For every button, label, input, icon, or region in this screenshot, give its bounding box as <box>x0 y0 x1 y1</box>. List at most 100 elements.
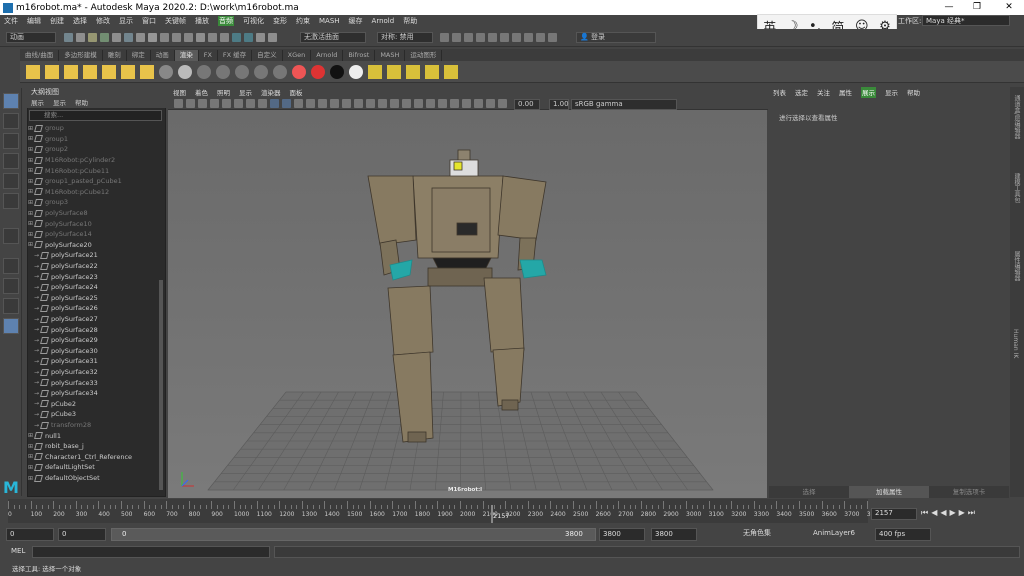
render-tool-icon[interactable] <box>536 33 545 42</box>
start-time-field[interactable]: 0 <box>6 528 54 541</box>
anim-start-field[interactable]: 0 <box>58 528 106 541</box>
menu-item[interactable]: 编辑 <box>27 16 41 26</box>
viewport-tool-icon[interactable] <box>306 99 315 108</box>
outliner-item[interactable]: → polySurface26 <box>34 303 98 314</box>
attr-menu-item[interactable]: 帮助 <box>907 87 920 98</box>
expand-icon[interactable]: → <box>34 316 40 323</box>
viewport-tool-icon[interactable] <box>426 99 435 108</box>
side-tab[interactable]: Human IK <box>1012 329 1019 358</box>
mel-label[interactable]: MEL <box>11 547 25 555</box>
shelf-tool-icon[interactable] <box>121 65 135 79</box>
status-tool-icon[interactable] <box>112 33 121 42</box>
menu-item[interactable]: 播放 <box>195 16 209 26</box>
outliner-item[interactable]: ⊞ M16Robot:pCylinder2 <box>28 155 115 166</box>
viewport-tool-icon[interactable] <box>234 99 243 108</box>
outliner-item[interactable]: → polySurface23 <box>34 271 98 282</box>
outliner-item[interactable]: → polySurface25 <box>34 293 98 304</box>
viewport-menu-item[interactable]: 照明 <box>217 87 230 98</box>
menu-set-select[interactable]: 动画 <box>6 32 56 43</box>
expand-icon[interactable]: ⊞ <box>28 157 34 164</box>
menu-item[interactable]: MASH <box>319 17 340 25</box>
viewport-tool-icon[interactable] <box>210 99 219 108</box>
outliner-item[interactable]: ⊞ group2 <box>28 144 68 155</box>
gamma-field[interactable]: 1.00 <box>549 99 569 110</box>
outliner-item[interactable]: → polySurface24 <box>34 282 98 293</box>
shelf-tab[interactable]: Arnold <box>311 50 344 61</box>
menu-item[interactable]: 变形 <box>273 16 287 26</box>
shelf-tool-icon[interactable] <box>292 65 306 79</box>
shelf-tab[interactable]: 运动图形 <box>405 50 443 61</box>
outliner-item[interactable]: → polySurface28 <box>34 324 98 335</box>
viewport-menu-item[interactable]: 渲染器 <box>261 87 281 98</box>
live-surface-field[interactable]: 无激活曲面 <box>300 32 366 43</box>
scale-tool-icon[interactable] <box>3 193 19 209</box>
select-tool-icon[interactable] <box>3 93 19 109</box>
attr-menu-item[interactable]: 列表 <box>773 87 786 98</box>
status-tool-icon[interactable] <box>100 33 109 42</box>
outliner-item[interactable]: ⊞ polySurface14 <box>28 229 92 240</box>
shelf-tool-icon[interactable] <box>64 65 78 79</box>
status-tool-icon[interactable] <box>256 33 265 42</box>
viewport-tool-icon[interactable] <box>222 99 231 108</box>
viewport-tool-icon[interactable] <box>486 99 495 108</box>
login-button[interactable]: 👤 登录 <box>576 32 656 43</box>
outliner-item[interactable]: ⊞ defaultLightSet <box>28 462 95 473</box>
viewport-tool-icon[interactable] <box>294 99 303 108</box>
rotate-tool-icon[interactable] <box>3 173 19 189</box>
shelf-tool-icon[interactable] <box>197 65 211 79</box>
status-tool-icon[interactable] <box>160 33 169 42</box>
expand-icon[interactable]: ⊞ <box>28 210 34 217</box>
outliner-scrollbar[interactable] <box>159 280 163 490</box>
current-frame-field[interactable]: 2157 <box>871 508 917 520</box>
viewport-tool-icon[interactable] <box>390 99 399 108</box>
shelf-tab[interactable]: 自定义 <box>252 50 283 61</box>
side-tab[interactable]: 建模工具包 <box>1012 173 1021 203</box>
viewport-tool-icon[interactable] <box>438 99 447 108</box>
shelf-tab[interactable]: FX <box>199 50 218 61</box>
expand-icon[interactable]: ⊞ <box>28 443 34 450</box>
exposure-field[interactable]: 0.00 <box>514 99 540 110</box>
outliner-item[interactable]: → polySurface33 <box>34 377 98 388</box>
range-slider[interactable]: 0 <box>111 528 596 541</box>
status-tool-icon[interactable] <box>208 33 217 42</box>
viewport-tool-icon[interactable] <box>198 99 207 108</box>
menu-item[interactable]: Arnold <box>372 17 395 25</box>
attr-menu-item[interactable]: 展示 <box>861 87 876 98</box>
attr-menu-item[interactable]: 属性 <box>839 87 852 98</box>
viewport-tool-icon[interactable] <box>342 99 351 108</box>
expand-icon[interactable]: ⊞ <box>28 125 34 132</box>
viewport-tool-icon[interactable] <box>366 99 375 108</box>
render-tool-icon[interactable] <box>548 33 557 42</box>
outliner-search-input[interactable]: 搜索... <box>29 110 162 121</box>
end-time-field[interactable]: 3800 <box>651 528 697 541</box>
menu-item[interactable]: 关键帧 <box>165 16 186 26</box>
status-tool-icon[interactable] <box>232 33 241 42</box>
render-tool-icon[interactable] <box>476 33 485 42</box>
render-tool-icon[interactable] <box>440 33 449 42</box>
shelf-tool-icon[interactable] <box>444 65 458 79</box>
outliner-menu-item[interactable]: 显示 <box>53 97 66 108</box>
shelf-tool-icon[interactable] <box>140 65 154 79</box>
outliner-item[interactable]: ⊞ M16Robot:pCube11 <box>28 165 109 176</box>
outliner-item[interactable]: ⊞ null1 <box>28 430 61 441</box>
render-tool-icon[interactable] <box>464 33 473 42</box>
fps-select[interactable]: 400 fps <box>875 528 931 541</box>
viewport-tool-icon[interactable] <box>330 99 339 108</box>
outliner-item[interactable]: → polySurface34 <box>34 388 98 399</box>
outliner-item[interactable]: ⊞ group3 <box>28 197 68 208</box>
shelf-tab[interactable]: 渲染 <box>174 50 199 61</box>
viewport-tool-icon[interactable] <box>174 99 183 108</box>
viewport-tool-icon[interactable] <box>414 99 423 108</box>
shelf-tool-icon[interactable] <box>254 65 268 79</box>
outliner-item[interactable]: ⊞ polySurface10 <box>28 218 92 229</box>
close-button[interactable]: ✕ <box>994 0 1024 15</box>
status-tool-icon[interactable] <box>220 33 229 42</box>
move-tool-icon[interactable] <box>3 153 19 169</box>
render-tool-icon[interactable] <box>524 33 533 42</box>
shelf-tool-icon[interactable] <box>102 65 116 79</box>
outliner-item[interactable]: ⊞ robit_base_j <box>28 441 84 452</box>
shelf-tab[interactable]: XGen <box>283 50 312 61</box>
expand-icon[interactable]: → <box>34 284 40 291</box>
viewport-menu-item[interactable]: 着色 <box>195 87 208 98</box>
status-tool-icon[interactable] <box>148 33 157 42</box>
